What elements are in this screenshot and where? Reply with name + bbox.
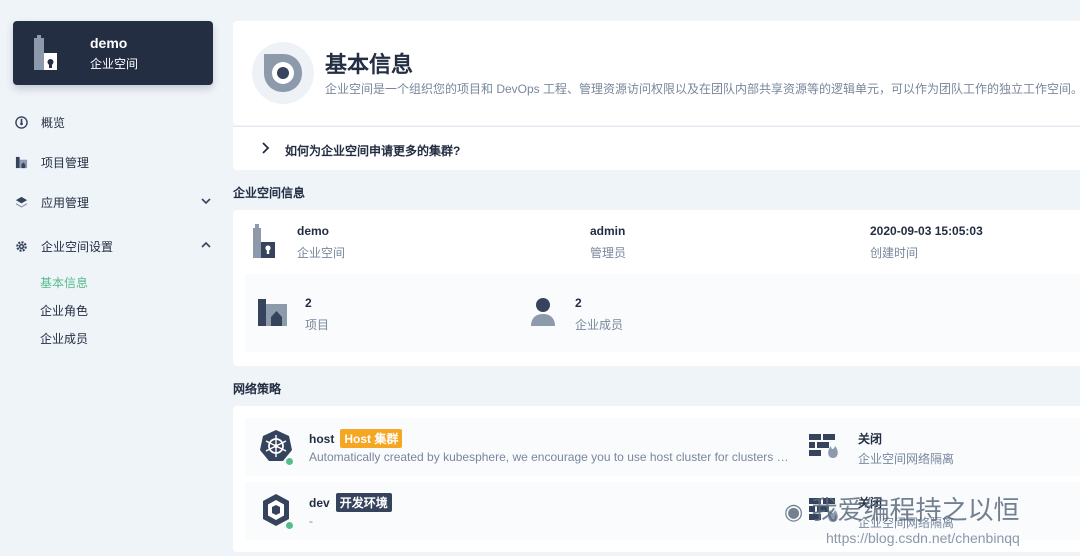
workspace-info-row: demo 企业空间 admin 管理员 2020-09-03 15:05:03 … [233, 210, 1080, 274]
project-icon [14, 155, 28, 169]
cluster-name: dev [309, 495, 330, 510]
cluster-name: host [309, 431, 335, 446]
cluster-row-host[interactable]: host Host 集群 Automatically created by ku… [245, 418, 1080, 476]
wechat-icon: ◉ [784, 500, 804, 525]
workspace-name-value: demo [297, 224, 330, 238]
cluster-tag: 开发环境 [335, 493, 392, 512]
watermark-text: ◉ 我爱编程持之以恒 [784, 490, 1019, 527]
manager-value: admin [590, 224, 626, 238]
workspace-type: 企业空间 [90, 57, 139, 71]
firewall-icon [809, 434, 838, 458]
workspace-icon [253, 224, 275, 258]
page-title: 基本信息 [325, 52, 414, 77]
sidebar-item-label: 项目管理 [41, 155, 90, 170]
workspace-name: demo [90, 35, 128, 51]
member-icon [531, 298, 555, 326]
cluster-description: Automatically created by kubesphere, we … [309, 450, 789, 464]
projects-count: 2 [305, 296, 312, 310]
members-count: 2 [575, 296, 582, 310]
watermark-label: 我爱编程持之以恒 [811, 496, 1020, 526]
faq-link[interactable]: 如何为企业空间申请更多的集群? [285, 142, 460, 159]
cluster-tag: Host 集群 [340, 429, 403, 448]
workspace-icon [34, 35, 57, 70]
workspace-name-label: 企业空间 [297, 246, 346, 260]
basic-info-icon [252, 42, 314, 104]
layers-icon [14, 195, 28, 209]
sidebar-item-workspace-settings[interactable]: 企业空间设置 [14, 234, 214, 258]
chevron-up-icon[interactable] [200, 239, 212, 251]
projects-label: 项目 [305, 318, 330, 332]
sidebar-subitem-roles[interactable]: 企业角色 [40, 302, 88, 319]
sidebar-subitem-members[interactable]: 企业成员 [40, 330, 88, 347]
sidebar-item-label: 企业空间设置 [41, 239, 114, 254]
sidebar-item-label: 概览 [41, 115, 66, 130]
sidebar-item-projects[interactable]: 项目管理 [14, 150, 214, 174]
sidebar-item-overview[interactable]: 概览 [14, 110, 214, 134]
workspace-stats-row: 2 项目 2 企业成员 [245, 274, 1080, 352]
status-dot [285, 521, 294, 530]
dashboard-icon [14, 115, 28, 129]
manager-label: 管理员 [590, 246, 627, 260]
isolation-label: 企业空间网络隔离 [858, 452, 955, 466]
created-time-value: 2020-09-03 15:05:03 [870, 224, 983, 238]
status-dot [285, 457, 294, 466]
faq-row[interactable]: 如何为企业空间申请更多的集群? [233, 126, 1080, 170]
members-label: 企业成员 [575, 318, 624, 332]
gear-icon [14, 239, 28, 253]
sidebar-item-label: 应用管理 [41, 195, 90, 210]
sidebar-item-apps[interactable]: 应用管理 [14, 190, 214, 214]
isolation-status[interactable]: 关闭 [858, 430, 882, 447]
workspace-info-card: demo 企业空间 admin 管理员 2020-09-03 15:05:03 … [233, 210, 1080, 366]
created-time-label: 创建时间 [870, 246, 919, 260]
sidebar-subitem-basic-info[interactable]: 基本信息 [40, 274, 88, 291]
section-title-workspace-info: 企业空间信息 [233, 186, 306, 200]
watermark-url: https://blog.csdn.net/chenbinqq [826, 530, 1020, 546]
page-description: 企业空间是一个组织您的项目和 DevOps 工程、管理资源访问权限以及在团队内部… [325, 82, 1080, 96]
chevron-right-icon [262, 142, 270, 154]
cluster-description: - [309, 514, 313, 528]
workspace-card[interactable]: demo 企业空间 [13, 21, 213, 85]
chevron-down-icon[interactable] [200, 195, 212, 207]
cluster-title: dev 开发环境 [309, 493, 392, 512]
sidebar: demo 企业空间 概览 项目管理 应用管理 企业空间设置 基本信息 企业角色 … [0, 0, 226, 556]
page-header: 基本信息 企业空间是一个组织您的项目和 DevOps 工程、管理资源访问权限以及… [233, 21, 1080, 125]
project-icon [258, 299, 287, 326]
section-title-network: 网络策略 [233, 382, 282, 396]
cluster-title: host Host 集群 [309, 429, 403, 448]
